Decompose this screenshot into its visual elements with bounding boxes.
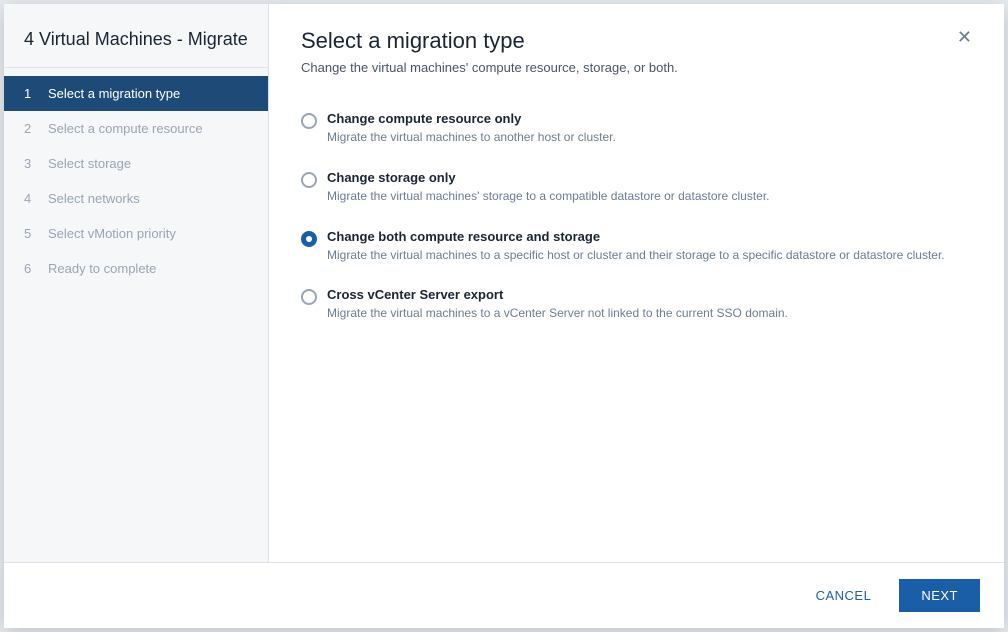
radio-text-storage-only: Change storage only Migrate the virtual m… — [327, 170, 770, 205]
step-num: 6 — [24, 261, 40, 276]
close-button[interactable]: ✕ — [957, 28, 972, 46]
radio-option-both[interactable]: Change both compute resource and storage… — [301, 217, 972, 276]
radio-label-compute-only: Change compute resource only — [327, 111, 616, 126]
next-button[interactable]: NEXT — [899, 579, 980, 612]
sidebar-step-3[interactable]: 3 Select storage — [4, 146, 268, 181]
sidebar-step-4[interactable]: 4 Select networks — [4, 181, 268, 216]
step-label: Select a migration type — [48, 86, 180, 101]
step-label: Select vMotion priority — [48, 226, 176, 241]
radio-desc-storage-only: Migrate the virtual machines' storage to… — [327, 188, 770, 205]
radio-input-compute-only[interactable] — [301, 113, 317, 129]
sidebar: 4 Virtual Machines - Migrate 1 Select a m… — [4, 4, 269, 562]
radio-text-cross-vcenter: Cross vCenter Server export Migrate the v… — [327, 287, 788, 322]
radio-label-cross-vcenter: Cross vCenter Server export — [327, 287, 788, 302]
radio-desc-both: Migrate the virtual machines to a specif… — [327, 247, 945, 264]
radio-desc-compute-only: Migrate the virtual machines to another … — [327, 129, 616, 146]
radio-option-compute-only[interactable]: Change compute resource only Migrate the … — [301, 99, 972, 158]
radio-label-both: Change both compute resource and storage — [327, 229, 945, 244]
radio-text-compute-only: Change compute resource only Migrate the … — [327, 111, 616, 146]
step-label: Select a compute resource — [48, 121, 203, 136]
step-num: 1 — [24, 86, 40, 101]
step-num: 5 — [24, 226, 40, 241]
step-label: Select storage — [48, 156, 131, 171]
step-label: Select networks — [48, 191, 140, 206]
sidebar-step-2[interactable]: 2 Select a compute resource — [4, 111, 268, 146]
main-title: Select a migration type — [301, 28, 525, 54]
sidebar-step-1[interactable]: 1 Select a migration type — [4, 76, 268, 111]
sidebar-title: 4 Virtual Machines - Migrate — [4, 4, 268, 68]
step-label: Ready to complete — [48, 261, 156, 276]
cancel-button[interactable]: CANCEL — [800, 580, 888, 611]
radio-desc-cross-vcenter: Migrate the virtual machines to a vCente… — [327, 305, 788, 322]
migration-type-group: Change compute resource only Migrate the … — [301, 99, 972, 334]
step-num: 2 — [24, 121, 40, 136]
radio-option-cross-vcenter[interactable]: Cross vCenter Server export Migrate the v… — [301, 275, 972, 334]
step-num: 4 — [24, 191, 40, 206]
sidebar-steps: 1 Select a migration type 2 Select a comput… — [4, 68, 268, 294]
radio-text-both: Change both compute resource and storage… — [327, 229, 945, 264]
step-num: 3 — [24, 156, 40, 171]
radio-option-storage-only[interactable]: Change storage only Migrate the virtual m… — [301, 158, 972, 217]
radio-input-both[interactable] — [301, 231, 317, 247]
radio-input-cross-vcenter[interactable] — [301, 289, 317, 305]
main-subtitle: Change the virtual machines' compute res… — [301, 60, 972, 75]
radio-input-storage-only[interactable] — [301, 172, 317, 188]
sidebar-step-6[interactable]: 6 Ready to complete — [4, 251, 268, 286]
radio-label-storage-only: Change storage only — [327, 170, 770, 185]
main-header: Select a migration type ✕ — [301, 28, 972, 54]
sidebar-step-5[interactable]: 5 Select vMotion priority — [4, 216, 268, 251]
dialog-body: 4 Virtual Machines - Migrate 1 Select a m… — [4, 4, 1004, 562]
migrate-dialog: 4 Virtual Machines - Migrate 1 Select a m… — [4, 4, 1004, 628]
main-content: Select a migration type ✕ Change the vir… — [269, 4, 1004, 562]
dialog-footer: CANCEL NEXT — [4, 562, 1004, 628]
